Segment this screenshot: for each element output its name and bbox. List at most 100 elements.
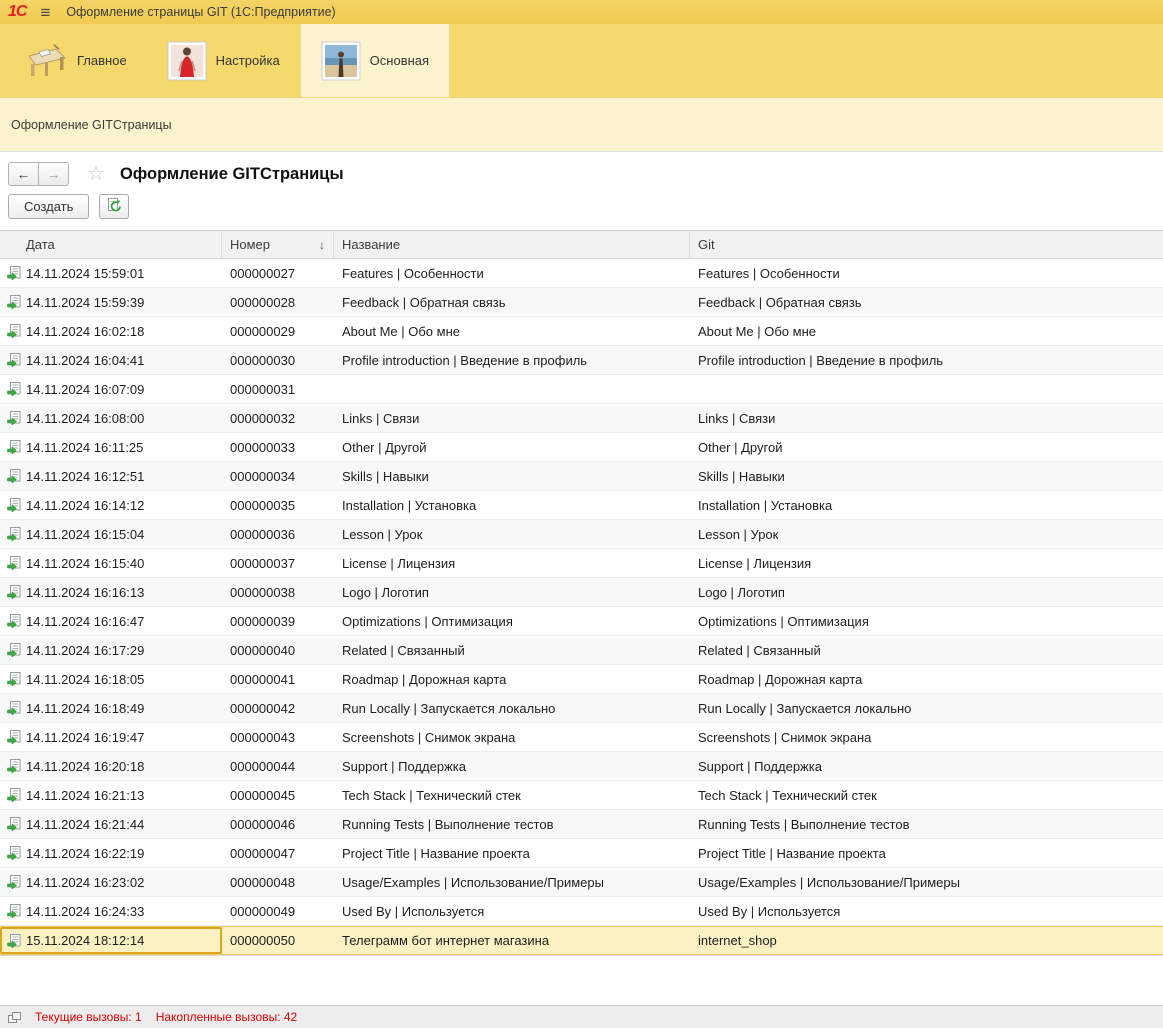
- cell-git[interactable]: Logo | Логотип: [690, 585, 1163, 600]
- cell-git[interactable]: Screenshots | Снимок экрана: [690, 730, 1163, 745]
- cell-number[interactable]: 000000035: [222, 498, 334, 513]
- menu-icon[interactable]: ≡: [40, 4, 50, 21]
- cell-git[interactable]: Tech Stack | Технический стек: [690, 788, 1163, 803]
- table-row[interactable]: 14.11.2024 16:15:40000000037License | Ли…: [0, 549, 1163, 578]
- table-row[interactable]: 14.11.2024 16:02:18000000029About Me | О…: [0, 317, 1163, 346]
- cell-date[interactable]: 14.11.2024 16:15:40: [0, 556, 222, 571]
- tab-osnovnaya[interactable]: Основная: [300, 24, 450, 97]
- table-row[interactable]: 14.11.2024 16:23:02000000048Usage/Exampl…: [0, 868, 1163, 897]
- cell-date[interactable]: 14.11.2024 16:08:00: [0, 411, 222, 426]
- cell-number[interactable]: 000000031: [222, 382, 334, 397]
- cell-number[interactable]: 000000038: [222, 585, 334, 600]
- cell-number[interactable]: 000000050: [222, 933, 334, 948]
- cell-name[interactable]: Running Tests | Выполнение тестов: [334, 817, 690, 832]
- cell-date[interactable]: 14.11.2024 16:07:09: [0, 382, 222, 397]
- cell-name[interactable]: Related | Связанный: [334, 643, 690, 658]
- cell-git[interactable]: Support | Поддержка: [690, 759, 1163, 774]
- table-row[interactable]: 14.11.2024 16:07:09000000031: [0, 375, 1163, 404]
- cell-number[interactable]: 000000042: [222, 701, 334, 716]
- cell-number[interactable]: 000000034: [222, 469, 334, 484]
- cell-git[interactable]: Features | Особенности: [690, 266, 1163, 281]
- cell-number[interactable]: 000000046: [222, 817, 334, 832]
- table-row[interactable]: 14.11.2024 16:18:49000000042 Run Locally …: [0, 694, 1163, 723]
- table-row[interactable]: 14.11.2024 16:11:25000000033Other | Друг…: [0, 433, 1163, 462]
- cell-git[interactable]: Run Locally | Запускается локально: [690, 701, 1163, 716]
- cell-name[interactable]: Project Title | Название проекта: [334, 846, 690, 861]
- cell-name[interactable]: Roadmap | Дорожная карта: [334, 672, 690, 687]
- cell-date[interactable]: 14.11.2024 15:59:01: [0, 266, 222, 281]
- cell-number[interactable]: 000000037: [222, 556, 334, 571]
- cell-name[interactable]: About Me | Обо мне: [334, 324, 690, 339]
- cell-date[interactable]: 14.11.2024 16:21:44: [0, 817, 222, 832]
- cell-name[interactable]: Links | Связи: [334, 411, 690, 426]
- cell-git[interactable]: Feedback | Обратная связь: [690, 295, 1163, 310]
- cell-date[interactable]: 14.11.2024 16:16:13: [0, 585, 222, 600]
- table-row[interactable]: 14.11.2024 16:21:44000000046Running Test…: [0, 810, 1163, 839]
- cell-git[interactable]: Roadmap | Дорожная карта: [690, 672, 1163, 687]
- cell-date[interactable]: 14.11.2024 16:14:12: [0, 498, 222, 513]
- cell-date[interactable]: 14.11.2024 16:20:18: [0, 759, 222, 774]
- cell-date[interactable]: 14.11.2024 16:15:04: [0, 527, 222, 542]
- cell-date[interactable]: 14.11.2024 16:24:33: [0, 904, 222, 919]
- cell-number[interactable]: 000000036: [222, 527, 334, 542]
- cell-name[interactable]: Optimizations | Оптимизация: [334, 614, 690, 629]
- cell-number[interactable]: 000000047: [222, 846, 334, 861]
- cell-name[interactable]: Profile introduction | Введение в профил…: [334, 353, 690, 368]
- cell-date[interactable]: 14.11.2024 16:23:02: [0, 875, 222, 890]
- cell-number[interactable]: 000000048: [222, 875, 334, 890]
- cell-git[interactable]: Installation | Установка: [690, 498, 1163, 513]
- table-row[interactable]: 14.11.2024 16:21:13000000045Tech Stack |…: [0, 781, 1163, 810]
- cell-name[interactable]: Features | Особенности: [334, 266, 690, 281]
- cell-number[interactable]: 000000045: [222, 788, 334, 803]
- cell-git[interactable]: Running Tests | Выполнение тестов: [690, 817, 1163, 832]
- cell-date[interactable]: 14.11.2024 16:18:49: [0, 701, 222, 716]
- cell-date[interactable]: 14.11.2024 16:02:18: [0, 324, 222, 339]
- cell-name[interactable]: Skills | Навыки: [334, 469, 690, 484]
- cell-number[interactable]: 000000043: [222, 730, 334, 745]
- cell-git[interactable]: Related | Связанный: [690, 643, 1163, 658]
- cell-number[interactable]: 000000027: [222, 266, 334, 281]
- column-header-name[interactable]: Название: [334, 231, 690, 258]
- cell-git[interactable]: Other | Другой: [690, 440, 1163, 455]
- create-button[interactable]: Создать: [8, 194, 89, 219]
- cell-name[interactable]: Support | Поддержка: [334, 759, 690, 774]
- cell-git[interactable]: Project Title | Название проекта: [690, 846, 1163, 861]
- breadcrumb[interactable]: Оформление GITСтраницы: [11, 118, 172, 132]
- cell-name[interactable]: Телеграмм бот интернет магазина: [334, 933, 690, 948]
- cell-name[interactable]: Tech Stack | Технический стек: [334, 788, 690, 803]
- cell-name[interactable]: Lesson | Урок: [334, 527, 690, 542]
- cell-git[interactable]: Profile introduction | Введение в профил…: [690, 353, 1163, 368]
- cell-date[interactable]: 14.11.2024 16:18:05: [0, 672, 222, 687]
- table-row[interactable]: 14.11.2024 16:16:13000000038 Logo | Логот…: [0, 578, 1163, 607]
- cell-name[interactable]: Usage/Examples | Использование/Примеры: [334, 875, 690, 890]
- cell-name[interactable]: License | Лицензия: [334, 556, 690, 571]
- table-row[interactable]: 14.11.2024 16:20:18000000044Support | По…: [0, 752, 1163, 781]
- table-row[interactable]: 14.11.2024 16:24:33000000049Used By | Ис…: [0, 897, 1163, 926]
- column-header-number[interactable]: Номер ↓: [222, 231, 334, 258]
- cell-date[interactable]: 14.11.2024 16:16:47: [0, 614, 222, 629]
- cell-git[interactable]: Optimizations | Оптимизация: [690, 614, 1163, 629]
- cell-date[interactable]: 14.11.2024 16:04:41: [0, 353, 222, 368]
- cell-git[interactable]: internet_shop: [690, 933, 1163, 948]
- table-row[interactable]: 14.11.2024 16:19:47000000043Screenshots …: [0, 723, 1163, 752]
- cell-number[interactable]: 000000028: [222, 295, 334, 310]
- cell-number[interactable]: 000000040: [222, 643, 334, 658]
- cell-git[interactable]: License | Лицензия: [690, 556, 1163, 571]
- cell-name[interactable]: Used By | Используется: [334, 904, 690, 919]
- cell-number[interactable]: 000000044: [222, 759, 334, 774]
- table-row[interactable]: 14.11.2024 16:04:41000000030Profile intr…: [0, 346, 1163, 375]
- cell-git[interactable]: Links | Связи: [690, 411, 1163, 426]
- cell-date[interactable]: 14.11.2024 16:21:13: [0, 788, 222, 803]
- cell-date[interactable]: 14.11.2024 16:12:51: [0, 469, 222, 484]
- cell-git[interactable]: Usage/Examples | Использование/Примеры: [690, 875, 1163, 890]
- cell-name[interactable]: Other | Другой: [334, 440, 690, 455]
- column-header-date[interactable]: Дата: [0, 231, 222, 258]
- cell-number[interactable]: 000000039: [222, 614, 334, 629]
- back-button[interactable]: ←: [8, 162, 39, 186]
- column-header-git[interactable]: Git: [690, 231, 1163, 258]
- refresh-button[interactable]: [99, 194, 129, 219]
- table-row[interactable]: 15.11.2024 18:12:14000000050Телеграмм бо…: [0, 926, 1163, 955]
- cell-date[interactable]: 14.11.2024 15:59:39: [0, 295, 222, 310]
- cell-git[interactable]: Lesson | Урок: [690, 527, 1163, 542]
- cell-number[interactable]: 000000032: [222, 411, 334, 426]
